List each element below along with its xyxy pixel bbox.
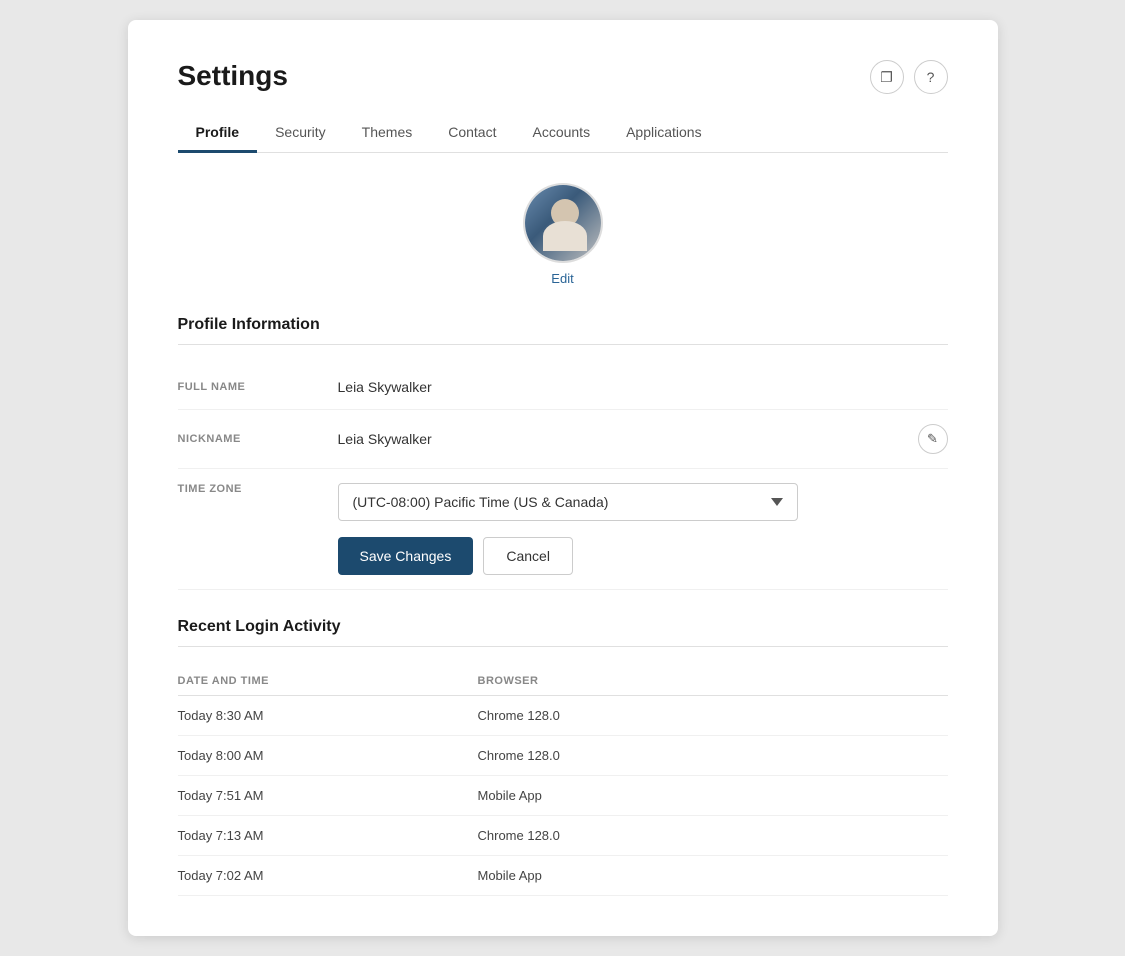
form-button-row: Save Changes Cancel xyxy=(338,537,948,575)
table-row: Today 7:13 AMChrome 128.0 xyxy=(178,816,948,856)
nickname-edit-action: ✎ xyxy=(918,424,948,454)
table-row: Today 8:00 AMChrome 128.0 xyxy=(178,736,948,776)
tab-themes[interactable]: Themes xyxy=(344,114,431,153)
activity-section-title: Recent Login Activity xyxy=(178,618,948,636)
nickname-value: Leia Skywalker xyxy=(338,431,908,447)
activity-date: Today 8:30 AM xyxy=(178,696,478,736)
activity-browser: Chrome 128.0 xyxy=(478,736,948,776)
help-button[interactable]: ? xyxy=(914,60,948,94)
timezone-row: TIME ZONE (UTC-12:00) International Date… xyxy=(178,469,948,590)
profile-section-title: Profile Information xyxy=(178,316,948,334)
activity-browser: Chrome 128.0 xyxy=(478,816,948,856)
full-name-value: Leia Skywalker xyxy=(338,379,948,395)
full-name-label: FULL NAME xyxy=(178,381,338,393)
tab-applications[interactable]: Applications xyxy=(608,114,720,153)
tab-accounts[interactable]: Accounts xyxy=(514,114,608,153)
activity-browser: Mobile App xyxy=(478,856,948,896)
settings-card: Settings ❐ ? Profile Security Themes Con… xyxy=(128,20,998,936)
avatar-image xyxy=(525,185,601,261)
tab-contact[interactable]: Contact xyxy=(430,114,514,153)
activity-date: Today 8:00 AM xyxy=(178,736,478,776)
timezone-select-wrapper: (UTC-12:00) International Date Line West… xyxy=(338,483,948,575)
cancel-button[interactable]: Cancel xyxy=(483,537,573,575)
full-name-row: FULL NAME Leia Skywalker xyxy=(178,365,948,410)
nickname-edit-button[interactable]: ✎ xyxy=(918,424,948,454)
section-divider xyxy=(178,344,948,345)
date-column-header: DATE AND TIME xyxy=(178,667,478,696)
activity-date: Today 7:02 AM xyxy=(178,856,478,896)
profile-info-section: Profile Information FULL NAME Leia Skywa… xyxy=(178,316,948,590)
activity-browser: Mobile App xyxy=(478,776,948,816)
table-row: Today 7:51 AMMobile App xyxy=(178,776,948,816)
page-title: Settings xyxy=(178,60,288,92)
activity-browser: Chrome 128.0 xyxy=(478,696,948,736)
nickname-label: NICKNAME xyxy=(178,433,338,445)
activity-divider xyxy=(178,646,948,647)
timezone-select[interactable]: (UTC-12:00) International Date Line West… xyxy=(338,483,798,521)
tab-nav: Profile Security Themes Contact Accounts… xyxy=(178,114,948,153)
tab-profile[interactable]: Profile xyxy=(178,114,258,153)
avatar xyxy=(523,183,603,263)
table-row: Today 7:02 AMMobile App xyxy=(178,856,948,896)
timezone-label: TIME ZONE xyxy=(178,483,338,495)
nickname-row: NICKNAME Leia Skywalker ✎ xyxy=(178,410,948,469)
browser-column-header: BROWSER xyxy=(478,667,948,696)
table-row: Today 8:30 AMChrome 128.0 xyxy=(178,696,948,736)
avatar-edit-link[interactable]: Edit xyxy=(551,271,573,286)
save-changes-button[interactable]: Save Changes xyxy=(338,537,474,575)
tab-security[interactable]: Security xyxy=(257,114,344,153)
pencil-icon: ✎ xyxy=(927,431,938,447)
activity-section: Recent Login Activity DATE AND TIME BROW… xyxy=(178,618,948,896)
activity-date: Today 7:13 AM xyxy=(178,816,478,856)
help-icon: ? xyxy=(927,69,935,85)
activity-date: Today 7:51 AM xyxy=(178,776,478,816)
copy-button[interactable]: ❐ xyxy=(870,60,904,94)
avatar-section: Edit xyxy=(178,183,948,286)
header-icons: ❐ ? xyxy=(870,60,948,94)
page-header: Settings ❐ ? xyxy=(178,60,948,94)
activity-table: DATE AND TIME BROWSER Today 8:30 AMChrom… xyxy=(178,667,948,896)
copy-icon: ❐ xyxy=(880,69,893,86)
